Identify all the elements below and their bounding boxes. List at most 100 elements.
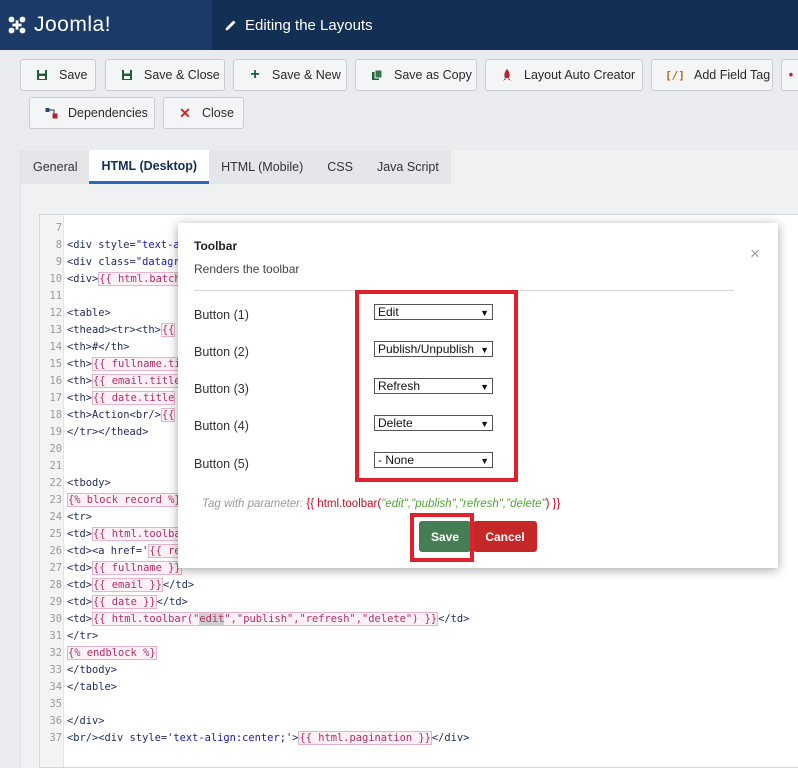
- save-close-button[interactable]: Save & Close: [105, 59, 225, 91]
- code-text: <br/><div style='text-align:center;'>{{ …: [67, 731, 470, 745]
- layout-auto-creator-button[interactable]: Layout Auto Creator: [485, 59, 643, 91]
- tab-general[interactable]: General: [21, 150, 89, 184]
- code-text: <th>#</th>: [67, 341, 130, 353]
- dependencies-icon: [44, 107, 58, 119]
- toolbar-dialog: Toolbar Renders the toolbar × Button (1)…: [178, 223, 778, 568]
- save-as-copy-label: Save as Copy: [394, 68, 472, 82]
- dependencies-label: Dependencies: [68, 106, 148, 120]
- joomla-logo-icon: [8, 16, 26, 34]
- add-field-tag-label: Add Field Tag: [694, 68, 771, 82]
- code-text: <th>{{ email.title: [67, 374, 182, 388]
- code-line: 32 {% endblock %}: [40, 645, 780, 662]
- code-line: 34 </table>: [40, 679, 780, 696]
- close-icon[interactable]: ×: [750, 245, 760, 262]
- code-text: <div>{{ html.batch: [67, 272, 182, 286]
- page-title-text: Editing the Layouts: [245, 16, 373, 34]
- button-2-label: Button (2): [194, 345, 249, 359]
- select-highlight-frame: [355, 290, 518, 482]
- add-field-tag-button[interactable]: [/] Add Field Tag: [651, 59, 773, 91]
- line-number: 22: [49, 477, 62, 489]
- line-number: 15: [49, 358, 62, 370]
- tag-code-open: {{ html.toolbar(: [306, 498, 382, 510]
- code-text: <tr>: [67, 511, 93, 523]
- button-5-label: Button (5): [194, 457, 249, 471]
- line-number: 25: [49, 528, 62, 540]
- save-close-label: Save & Close: [144, 68, 220, 82]
- close-label: Close: [202, 106, 234, 120]
- floppy-icon: [120, 69, 134, 81]
- code-line: 35: [40, 696, 780, 713]
- close-button[interactable]: ✕ Close: [163, 97, 244, 129]
- line-number: 8: [55, 239, 62, 251]
- line-number: 20: [49, 443, 62, 455]
- pencil-icon: [225, 20, 236, 31]
- save-new-label: Save & New: [272, 68, 341, 82]
- button-3-label: Button (3): [194, 382, 249, 396]
- code-text: <td>{{ date }}</td>: [67, 595, 188, 609]
- app-header: Joomla! Editing the Layouts: [0, 0, 798, 50]
- line-number: 21: [49, 460, 62, 472]
- code-text: </table>: [67, 681, 118, 693]
- line-number: 24: [49, 511, 62, 523]
- line-number: 31: [49, 630, 62, 642]
- code-line: 30 <td>{{ html.toolbar("edit","publish","…: [40, 611, 780, 628]
- dialog-title: Toolbar: [194, 239, 238, 253]
- code-text: <thead><tr><th>{{: [67, 323, 176, 337]
- line-number: 35: [49, 698, 62, 710]
- code-text: </tr>: [67, 630, 99, 642]
- code-text: <th>{{ date.title: [67, 391, 176, 405]
- tag-code-close: ) }}: [545, 498, 561, 510]
- save-new-button[interactable]: + Save & New: [233, 59, 347, 91]
- brand[interactable]: Joomla!: [0, 0, 212, 50]
- line-number: 34: [49, 681, 62, 693]
- code-line: 31 </tr>: [40, 628, 780, 645]
- button-4-label: Button (4): [194, 419, 249, 433]
- code-line: 36 </div>: [40, 713, 780, 730]
- line-number: 7: [55, 222, 62, 234]
- code-line: 29 <td>{{ date }}</td>: [40, 594, 780, 611]
- dependencies-button[interactable]: Dependencies: [29, 97, 155, 129]
- line-number: 19: [49, 426, 62, 438]
- line-number: 12: [49, 307, 62, 319]
- save-highlight-frame: [410, 513, 474, 562]
- code-text: <th>{{ fullname.ti: [67, 357, 182, 371]
- save-as-copy-button[interactable]: Save as Copy: [355, 59, 477, 91]
- code-text: <td>{{ fullname }}: [67, 561, 182, 575]
- code-text: </div>: [67, 715, 105, 727]
- line-number: 27: [49, 562, 62, 574]
- copy-icon: [370, 69, 384, 81]
- code-text: <div class="datagr: [67, 256, 180, 268]
- cancel-dialog-button[interactable]: Cancel: [473, 521, 537, 552]
- line-number: 14: [49, 341, 62, 353]
- page-title: Editing the Layouts: [224, 0, 373, 50]
- line-number: 23: [49, 494, 62, 506]
- code-text: </tbody>: [67, 664, 118, 676]
- line-number: 11: [49, 290, 62, 302]
- line-number: 28: [49, 579, 62, 591]
- tag-args: "edit","publish","refresh","delete": [381, 498, 546, 510]
- line-number: 36: [49, 715, 62, 727]
- more-toolbar-button[interactable]: •: [781, 59, 798, 91]
- toolbar: Save Save & Close + Save & New Save as C…: [0, 50, 798, 140]
- line-number: 13: [49, 324, 62, 336]
- partial-icon: •: [788, 68, 794, 82]
- save-button[interactable]: Save: [20, 59, 96, 91]
- times-icon: ✕: [179, 104, 191, 121]
- code-text: </tr></thead>: [67, 426, 149, 438]
- line-number: 29: [49, 596, 62, 608]
- tab-javascript[interactable]: Java Script: [365, 150, 451, 184]
- brackets-icon: [/]: [665, 68, 685, 82]
- tab-html-desktop[interactable]: HTML (Desktop): [89, 150, 210, 184]
- tab-bar: General HTML (Desktop) HTML (Mobile) CSS…: [21, 150, 451, 184]
- dialog-subtitle: Renders the toolbar: [194, 262, 300, 276]
- line-number: 32: [49, 647, 62, 659]
- brand-name: Joomla!: [34, 13, 112, 36]
- code-text: <td>{{ html.toolbar("edit","publish","re…: [67, 612, 470, 626]
- code-line: 33 </tbody>: [40, 662, 780, 679]
- plus-icon: +: [250, 66, 260, 83]
- tab-css[interactable]: CSS: [315, 150, 365, 184]
- layout-auto-creator-label: Layout Auto Creator: [524, 68, 636, 82]
- tab-html-mobile[interactable]: HTML (Mobile): [209, 150, 315, 184]
- code-text: <td><a href='{{ re: [67, 544, 182, 558]
- code-text: <th>Action<br/>{{: [67, 408, 176, 422]
